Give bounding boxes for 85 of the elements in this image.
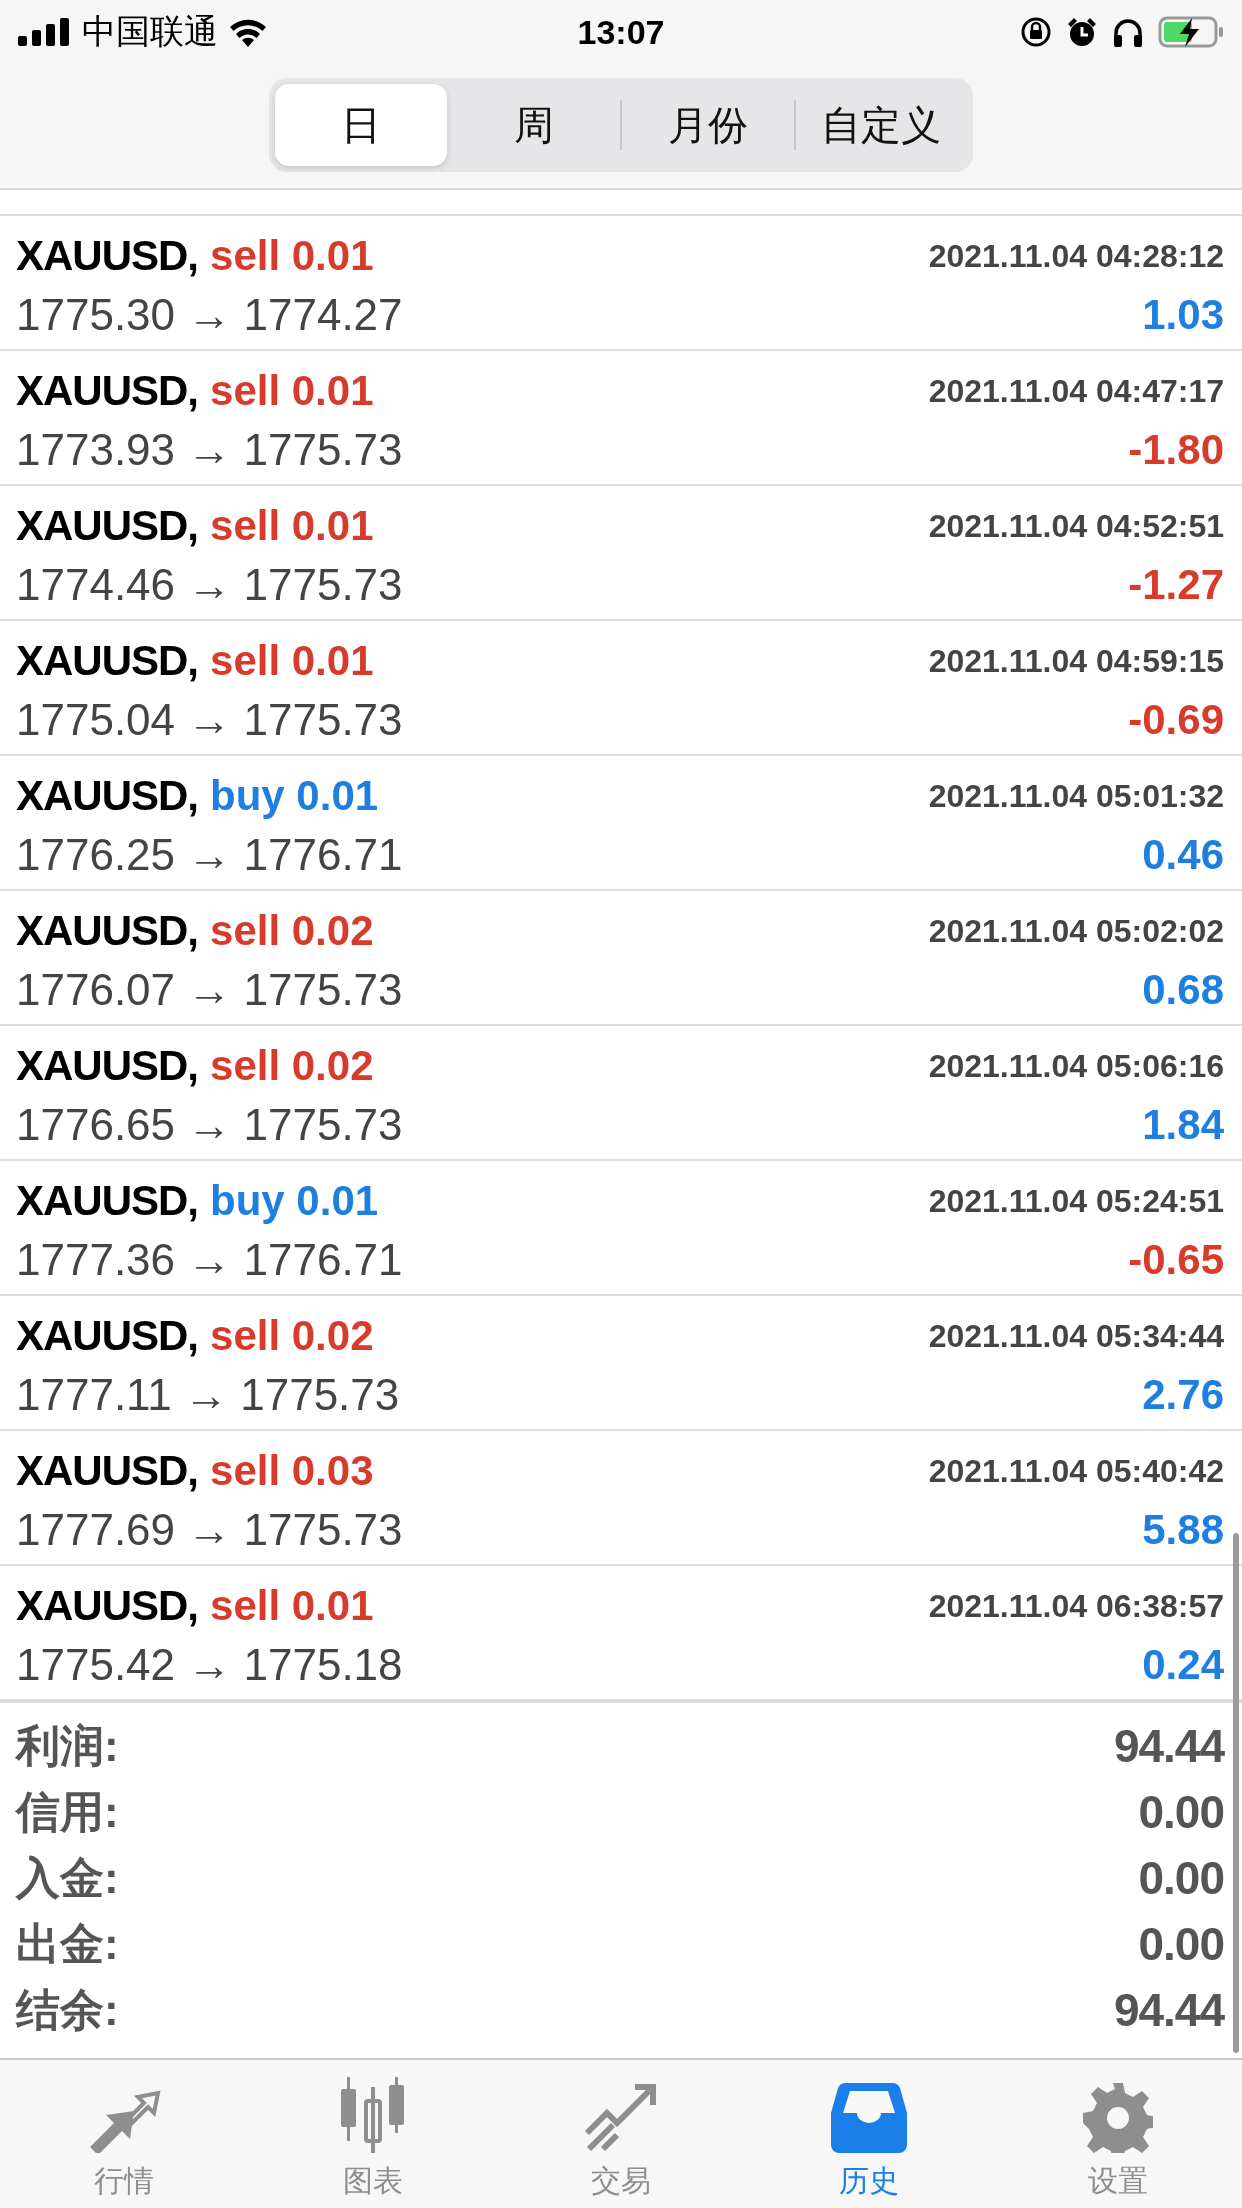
symbol-name: XAUUSD, — [16, 1042, 199, 1090]
profit-value: -1.80 — [1128, 426, 1224, 474]
profit-value: -0.69 — [1128, 696, 1224, 744]
deal-time: 2021.11.04 04:52:51 — [928, 507, 1224, 545]
symbol-name: XAUUSD, — [16, 907, 199, 955]
tab-bar-item[interactable]: 设置 — [993, 2060, 1242, 2208]
trend-icon — [583, 2083, 659, 2153]
battery-icon — [1158, 16, 1224, 48]
clock-time: 13:07 — [577, 12, 665, 52]
deal-time: 2021.11.04 05:34:44 — [928, 1317, 1224, 1355]
profit-value: 1.03 — [1142, 291, 1224, 339]
order-type: sell 0.02 — [210, 1042, 374, 1090]
price-range: 1773.93 → 1775.73 — [16, 425, 404, 475]
carrier-name: 中国联通 — [82, 11, 218, 52]
symbol-name: XAUUSD, — [16, 1582, 199, 1630]
profit-value: 1.84 — [1142, 1101, 1224, 1149]
symbol-name: XAUUSD, — [16, 1177, 199, 1225]
price-range: 1777.69 → 1775.73 — [16, 1505, 404, 1555]
order-type: sell 0.01 — [210, 502, 374, 550]
tab-bar-item[interactable]: 历史 — [745, 2060, 994, 2208]
tab-bar-item[interactable]: 行情 — [0, 2060, 249, 2208]
summary-value: 0.00 — [1138, 1785, 1224, 1839]
summary-label: 信用: — [16, 1785, 119, 1838]
tab-bar-item[interactable]: 交易 — [496, 2060, 746, 2208]
headphones-icon — [1112, 17, 1144, 47]
profit-value: 0.68 — [1142, 966, 1224, 1014]
period-tab[interactable]: 月份 — [622, 84, 794, 166]
symbol-name: XAUUSD, — [16, 367, 199, 415]
signal-icon — [18, 18, 72, 46]
price-range: 1775.42 → 1775.18 — [16, 1640, 404, 1690]
rotation-lock-icon — [1020, 16, 1052, 48]
deal-time: 2021.11.04 04:28:12 — [928, 237, 1224, 275]
order-type: sell 0.02 — [210, 907, 374, 955]
deal-time: 2021.11.04 04:47:17 — [928, 372, 1224, 410]
order-type: sell 0.02 — [210, 1312, 374, 1360]
profit-value: 0.46 — [1142, 831, 1224, 879]
order-type: buy 0.01 — [210, 772, 379, 820]
summary-label: 利润: — [16, 1719, 119, 1772]
price-range: 1774.46 → 1775.73 — [16, 560, 404, 610]
order-type: buy 0.01 — [210, 1177, 379, 1225]
order-type: sell 0.01 — [210, 367, 374, 415]
summary-value: 0.00 — [1138, 1917, 1224, 1971]
order-type: sell 0.01 — [210, 1582, 374, 1630]
price-range: 1777.11 → 1775.73 — [16, 1370, 401, 1420]
profit-value: 2.76 — [1142, 1371, 1224, 1419]
deal-time: 2021.11.04 05:24:51 — [928, 1182, 1224, 1220]
order-type: sell 0.01 — [210, 637, 374, 685]
summary-value: 94.44 — [1113, 1719, 1224, 1773]
order-type: sell 0.03 — [210, 1447, 374, 1495]
profit-value: 0.24 — [1142, 1641, 1224, 1689]
symbol-name: XAUUSD, — [16, 637, 199, 685]
price-range: 1776.07 → 1775.73 — [16, 965, 404, 1015]
summary-label: 入金: — [16, 1851, 119, 1904]
summary-label: 出金: — [16, 1917, 119, 1970]
price-range: 1777.36 → 1776.71 — [16, 1235, 404, 1285]
order-type: sell 0.01 — [210, 232, 374, 280]
period-tab[interactable]: 周 — [448, 84, 620, 166]
price-range: 1776.25 → 1776.71 — [16, 830, 404, 880]
deal-time: 2021.11.04 06:38:57 — [928, 1587, 1224, 1625]
symbol-name: XAUUSD, — [16, 1312, 199, 1360]
symbol-name: XAUUSD, — [16, 772, 199, 820]
price-range: 1775.30 → 1774.27 — [16, 290, 404, 340]
profit-value: 5.88 — [1142, 1506, 1224, 1554]
summary-value: 0.00 — [1138, 1851, 1224, 1905]
deal-time: 2021.11.04 05:01:32 — [928, 777, 1224, 815]
settings-icon — [1082, 2083, 1153, 2153]
period-tab[interactable]: 自定义 — [795, 84, 967, 166]
price-range: 1775.04 → 1775.73 — [16, 695, 404, 745]
profit-value: -1.27 — [1128, 561, 1224, 609]
alarm-icon — [1066, 16, 1098, 48]
wifi-icon — [228, 17, 268, 47]
symbol-name: XAUUSD, — [16, 232, 199, 280]
profit-value: -0.65 — [1128, 1236, 1224, 1284]
summary-label: 结余: — [16, 1983, 119, 2036]
period-tab[interactable]: 日 — [275, 84, 447, 166]
inbox-icon — [831, 2083, 908, 2153]
tab-bar-item[interactable]: 图表 — [248, 2060, 497, 2208]
deal-time: 2021.11.04 05:02:02 — [928, 912, 1224, 950]
symbol-name: XAUUSD, — [16, 1447, 199, 1495]
deal-time: 2021.11.04 05:06:16 — [928, 1047, 1224, 1085]
deal-time: 2021.11.04 05:40:42 — [928, 1452, 1224, 1490]
deal-time: 2021.11.04 04:59:15 — [928, 642, 1224, 680]
price-range: 1776.65 → 1775.73 — [16, 1100, 404, 1150]
symbol-name: XAUUSD, — [16, 502, 199, 550]
summary-value: 94.44 — [1113, 1983, 1224, 2037]
